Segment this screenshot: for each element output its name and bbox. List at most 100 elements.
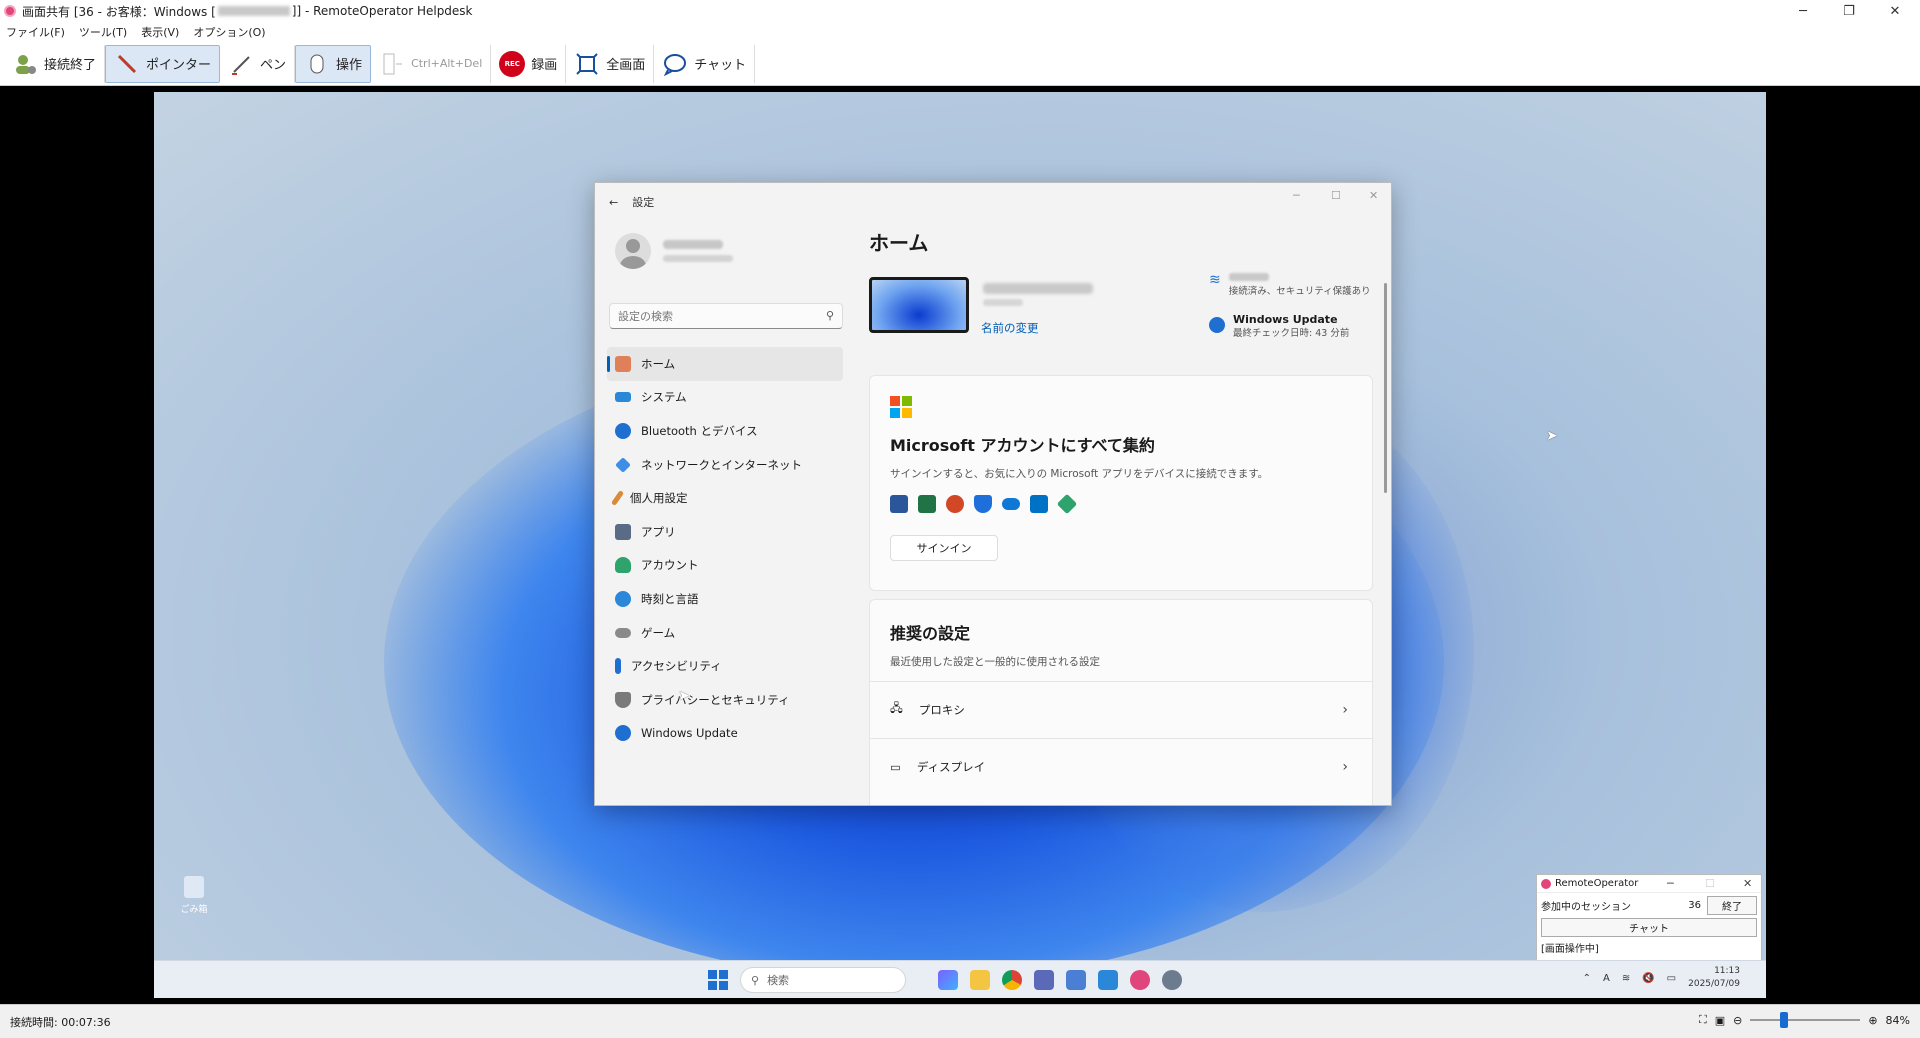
volume-muted-icon[interactable]: 🔇 [1642,973,1654,984]
chrome-icon[interactable] [1002,970,1022,990]
nav-item-time-language[interactable]: 時刻と言語 [607,582,843,616]
ctrl-alt-del-button[interactable]: Ctrl+Alt+Del [371,44,492,83]
scrollbar[interactable] [1384,283,1387,493]
redacted-pc-model [983,299,1023,306]
pointer-button[interactable]: ポインター [105,44,221,83]
notepad-icon[interactable] [1098,970,1118,990]
settings-content: ホーム 名前の変更 ≋ 接続済み、セキュリティ保護あり Windows Upda… [867,227,1379,805]
chat-icon [662,51,688,77]
pen-button[interactable]: ペン [220,44,296,83]
copilot-icon[interactable] [938,970,958,990]
chevron-up-icon[interactable]: ⌃ [1583,973,1591,984]
menu-tools[interactable]: ツール(T) [79,24,127,40]
settings-close-button[interactable]: ✕ [1369,189,1378,202]
back-button[interactable]: ← [609,196,618,209]
zoom-level: 84% [1885,1013,1910,1027]
nav-item-privacy[interactable]: プライバシーとセキュリティ [607,683,843,717]
record-button[interactable]: REC 録画 [491,44,567,83]
proxy-row[interactable]: 🖧 プロキシ › [870,681,1372,738]
onedrive-icon [1002,498,1020,510]
battery-icon[interactable]: ▭ [1667,973,1676,984]
nav-label: アカウント [641,558,699,573]
recycle-bin-desktop-icon[interactable]: ごみ箱 [174,876,214,915]
zoom-out-icon[interactable]: ⊖ [1733,1014,1742,1027]
proxy-icon: 🖧 [890,700,903,715]
operate-button[interactable]: 操作 [295,44,372,83]
system-icon [615,392,631,403]
menu-view[interactable]: 表示(V) [141,24,179,40]
zoom-slider[interactable] [1750,1012,1861,1028]
rop-chat-button[interactable]: チャット [1541,918,1757,937]
home-icon [615,355,631,372]
rop-minimize-button[interactable]: ─ [1667,877,1674,890]
ime-icon[interactable]: A [1603,973,1610,984]
nav-item-bluetooth[interactable]: Bluetooth とデバイス [607,414,843,448]
recycle-bin-icon [184,876,204,898]
remote-viewer[interactable]: ごみ箱 ← 設定 ─ ☐ ✕ 設定の検索 ⚲ ホーム システム Bluetoot [0,86,1920,1004]
settings-nav: ホーム システム Bluetooth とデバイス ネットワークとインターネット … [607,347,843,750]
zoom-controls: ⛶ ▣ ⊖ ⊕ 84% [1699,1012,1910,1028]
outlook-icon [1030,495,1048,513]
signin-button[interactable]: サインイン [890,535,998,561]
defender-icon [974,495,992,513]
end-connection-button[interactable]: 接続終了 [4,44,106,83]
nav-item-system[interactable]: システム [607,381,843,415]
rop-end-button[interactable]: 終了 [1707,896,1757,915]
wifi-status-text: 接続済み、セキュリティ保護あり [1228,286,1371,297]
menu-file[interactable]: ファイル(F) [6,24,65,40]
start-button[interactable] [708,970,728,990]
rop-status: [画面操作中] [1541,944,1599,955]
rop-maximize-button[interactable]: ☐ [1705,877,1715,890]
settings-minimize-button[interactable]: ─ [1293,189,1300,202]
taskbar-search[interactable]: ⚲ 検索 [740,967,906,993]
status-panel: ≋ 接続済み、セキュリティ保護あり Windows Update 最終チェック日時… [1209,273,1379,355]
nav-item-windows-update[interactable]: Windows Update [607,717,843,751]
account-icon [615,557,631,574]
settings-maximize-button[interactable]: ☐ [1331,189,1341,202]
wifi-status[interactable]: ≋ 接続済み、セキュリティ保護あり [1209,273,1379,299]
settings-search-input[interactable]: 設定の検索 ⚲ [609,303,843,329]
chat-button[interactable]: チャット [654,44,756,83]
windows-update-status[interactable]: Windows Update 最終チェック日時: 43 分前 [1209,313,1379,341]
user-disconnect-icon [12,51,38,77]
rop-close-button[interactable]: ✕ [1743,877,1752,890]
nav-item-apps[interactable]: アプリ [607,515,843,549]
close-button[interactable]: ✕ [1872,0,1918,22]
session-label: 参加中のセッション [1541,902,1631,913]
fit-screen-icon[interactable]: ⛶ [1699,1013,1707,1027]
rename-link[interactable]: 名前の変更 [981,320,1039,336]
taskbar-clock[interactable]: 11:13 2025/07/09 [1688,965,1740,991]
taskbar-search-label: 検索 [767,974,790,987]
keys-icon [379,51,405,77]
session-count: 36 [1688,900,1701,911]
ms-card-description: サインインすると、お気に入りの Microsoft アプリをデバイスに接続できま… [890,468,1269,480]
end-connection-label: 接続終了 [44,58,97,73]
display-row[interactable]: ▭ ディスプレイ › [870,738,1372,795]
wifi-icon: ≋ [1209,272,1221,288]
teams-icon[interactable] [1034,970,1054,990]
toolbar: 接続終了 ポインター ペン 操作 Ctrl+Alt+Del REC 録画 全画面… [0,42,1920,86]
nav-item-home[interactable]: ホーム [607,347,843,381]
restore-button[interactable]: ❐ [1826,0,1872,22]
fullscreen-button[interactable]: 全画面 [566,44,655,83]
accessibility-icon [615,658,621,675]
remoteoperator-taskbar-icon[interactable] [1130,970,1150,990]
mouse-cursor-icon: ➤ [678,688,690,704]
nav-item-accounts[interactable]: アカウント [607,549,843,583]
wifi-icon[interactable]: ≋ [1622,973,1630,984]
nav-item-network[interactable]: ネットワークとインターネット [607,448,843,482]
calculator-icon[interactable] [1066,970,1086,990]
user-profile[interactable] [615,233,733,269]
file-explorer-icon[interactable] [970,970,990,990]
search-icon: ⚲ [751,973,760,987]
nav-item-personalization[interactable]: 個人用設定 [607,481,843,515]
display-label: ディスプレイ [916,760,986,774]
remote-desktop[interactable]: ごみ箱 ← 設定 ─ ☐ ✕ 設定の検索 ⚲ ホーム システム Bluetoot [154,92,1766,998]
menu-options[interactable]: オプション(O) [193,24,265,40]
settings-gear-icon[interactable] [1162,970,1182,990]
zoom-in-icon[interactable]: ⊕ [1868,1014,1877,1027]
nav-item-gaming[interactable]: ゲーム [607,616,843,650]
display-icon: ▭ [890,760,901,774]
minimize-button[interactable]: ─ [1780,0,1826,22]
actual-size-icon[interactable]: ▣ [1715,1014,1725,1027]
